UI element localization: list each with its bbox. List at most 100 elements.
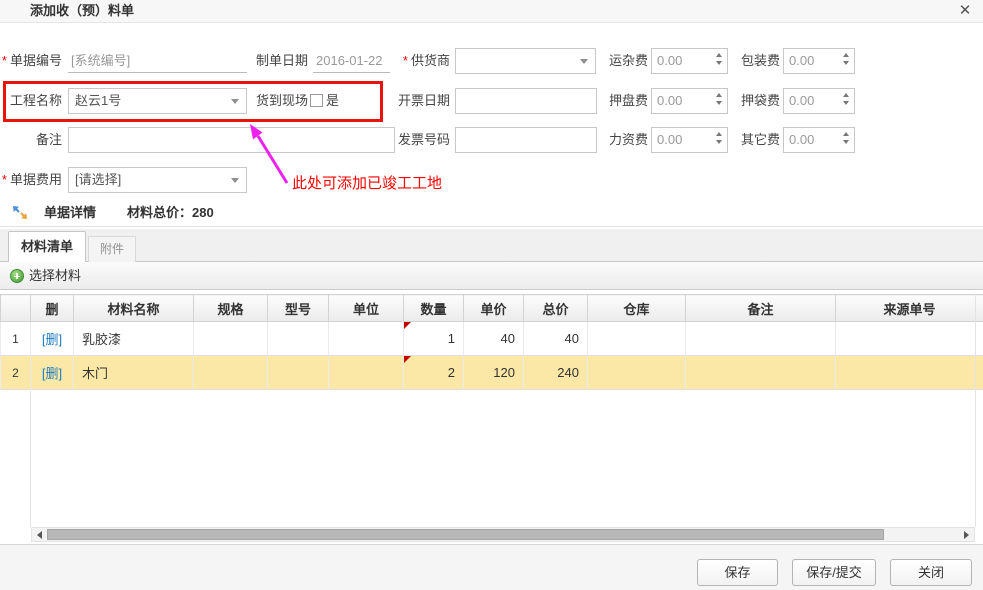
table-row-selected[interactable]: 2 [删] 木门 2 120 240 bbox=[1, 356, 983, 390]
cell-material-name[interactable]: 木门 bbox=[74, 356, 194, 390]
spin-up-icon bbox=[716, 53, 722, 57]
create-date-field[interactable]: 2016-01-22 bbox=[313, 48, 390, 73]
tab-attachments[interactable]: 附件 bbox=[88, 236, 136, 262]
freight-fee-spinner[interactable]: 0.00 bbox=[651, 48, 728, 74]
labor-fee-label: 力资费 bbox=[600, 127, 648, 153]
scrollbar-thumb[interactable] bbox=[47, 529, 884, 540]
expand-collapse-icon[interactable] bbox=[12, 205, 28, 220]
cell-unit[interactable] bbox=[329, 356, 404, 390]
save-submit-button[interactable]: 保存/提交 bbox=[792, 559, 876, 586]
packing-fee-spinner[interactable]: 0.00 bbox=[783, 48, 855, 74]
col-remark: 备注 bbox=[686, 295, 836, 322]
invoice-no-field[interactable] bbox=[455, 127, 597, 153]
row-number: 2 bbox=[1, 356, 31, 390]
scroll-left-icon[interactable] bbox=[37, 531, 42, 539]
col-qty: 数量 bbox=[404, 295, 464, 322]
spin-up-icon bbox=[843, 93, 849, 97]
cell-total[interactable]: 40 bbox=[524, 322, 588, 356]
cell-material-name[interactable]: 乳胶漆 bbox=[74, 322, 194, 356]
col-total: 总价 bbox=[524, 295, 588, 322]
spin-down-icon bbox=[843, 140, 849, 144]
annotation-text: 此处可添加已竣工工地 bbox=[292, 172, 442, 193]
bag-fee-label: 押袋费 bbox=[732, 88, 780, 114]
create-date-label: 制单日期 bbox=[248, 48, 308, 74]
add-receipt-dialog: 添加收（预）料单 ✕ *单据编号 [系统编号] 制单日期 2016-01-22 … bbox=[0, 0, 983, 590]
spin-down-icon bbox=[843, 101, 849, 105]
supplier-label: *供货商 bbox=[392, 48, 450, 74]
cell-qty[interactable]: 1 bbox=[404, 322, 464, 356]
select-material-button[interactable]: 选择材料 bbox=[29, 262, 81, 290]
cell-model[interactable] bbox=[268, 322, 329, 356]
spin-down-icon bbox=[843, 61, 849, 65]
expense-type-select[interactable]: [请选择] bbox=[68, 167, 247, 193]
required-asterisk: * bbox=[2, 172, 7, 187]
other-fee-label: 其它费 bbox=[732, 127, 780, 153]
tab-material-list[interactable]: 材料清单 bbox=[8, 231, 86, 262]
material-total-price: 材料总价：280 bbox=[127, 198, 214, 227]
spin-down-icon bbox=[716, 101, 722, 105]
edited-flag-icon bbox=[404, 322, 411, 329]
close-icon[interactable]: ✕ bbox=[955, 1, 975, 21]
dialog-title: 添加收（预）料单 bbox=[30, 0, 134, 22]
spin-up-icon bbox=[843, 53, 849, 57]
cell-warehouse[interactable] bbox=[588, 322, 686, 356]
col-warehouse: 仓库 bbox=[588, 295, 686, 322]
delete-row-link[interactable]: [删] bbox=[42, 332, 62, 347]
cell-warehouse[interactable] bbox=[588, 356, 686, 390]
remark-label: 备注 bbox=[0, 127, 62, 153]
tabstrip: 材料清单 附件 bbox=[0, 229, 983, 262]
cell-source[interactable] bbox=[836, 322, 983, 356]
required-asterisk: * bbox=[2, 53, 7, 68]
spin-up-icon bbox=[716, 132, 722, 136]
col-model: 型号 bbox=[268, 295, 329, 322]
col-unit: 单位 bbox=[329, 295, 404, 322]
cell-model[interactable] bbox=[268, 356, 329, 390]
tray-fee-spinner[interactable]: 0.00 bbox=[651, 88, 728, 114]
cell-total[interactable]: 240 bbox=[524, 356, 588, 390]
doc-no-field[interactable]: [系统编号] bbox=[68, 48, 247, 73]
invoice-date-label: 开票日期 bbox=[398, 88, 450, 114]
col-rownum bbox=[1, 295, 31, 322]
remark-field[interactable] bbox=[68, 127, 395, 153]
arrived-yes-label: 是 bbox=[326, 88, 346, 114]
close-button[interactable]: 关闭 bbox=[890, 559, 972, 586]
cell-price[interactable]: 40 bbox=[464, 322, 524, 356]
chevron-down-icon bbox=[580, 59, 588, 64]
scroll-right-icon[interactable] bbox=[964, 531, 969, 539]
freight-fee-label: 运杂费 bbox=[600, 48, 648, 74]
col-source: 来源单号 bbox=[836, 295, 983, 322]
delete-row-link[interactable]: [删] bbox=[42, 366, 62, 381]
cell-spec[interactable] bbox=[194, 356, 268, 390]
arrived-checkbox[interactable] bbox=[310, 94, 323, 107]
cell-remark[interactable] bbox=[686, 322, 836, 356]
project-select[interactable]: 赵云1号 bbox=[68, 88, 247, 114]
chevron-down-icon bbox=[231, 178, 239, 183]
cell-unit[interactable] bbox=[329, 322, 404, 356]
tray-fee-label: 押盘费 bbox=[600, 88, 648, 114]
table-row[interactable]: 1 [删] 乳胶漆 1 40 40 bbox=[1, 322, 983, 356]
spin-down-icon bbox=[716, 140, 722, 144]
grid-column-divider bbox=[30, 391, 31, 527]
bag-fee-spinner[interactable]: 0.00 bbox=[783, 88, 855, 114]
cell-source[interactable] bbox=[836, 356, 983, 390]
invoice-date-field[interactable] bbox=[455, 88, 597, 114]
spin-up-icon bbox=[843, 132, 849, 136]
detail-section-title: 单据详情 bbox=[44, 198, 96, 227]
save-button[interactable]: 保存 bbox=[697, 559, 778, 586]
col-price: 单价 bbox=[464, 295, 524, 322]
project-label: 工程名称 bbox=[0, 88, 62, 114]
cell-remark[interactable] bbox=[686, 356, 836, 390]
col-delete: 删 bbox=[31, 295, 74, 322]
supplier-select[interactable] bbox=[455, 48, 596, 74]
horizontal-scrollbar[interactable] bbox=[31, 527, 975, 542]
labor-fee-spinner[interactable]: 0.00 bbox=[651, 127, 728, 153]
material-table: 删 材料名称 规格 型号 单位 数量 单价 总价 仓库 备注 来源单号 1 [删… bbox=[0, 294, 983, 390]
cell-price[interactable]: 120 bbox=[464, 356, 524, 390]
other-fee-spinner[interactable]: 0.00 bbox=[783, 127, 855, 153]
spin-down-icon bbox=[716, 61, 722, 65]
add-circle-icon[interactable] bbox=[10, 269, 24, 283]
cell-qty[interactable]: 2 bbox=[404, 356, 464, 390]
col-spec: 规格 bbox=[194, 295, 268, 322]
cell-spec[interactable] bbox=[194, 322, 268, 356]
grid-toolbar: 选择材料 bbox=[0, 262, 983, 290]
